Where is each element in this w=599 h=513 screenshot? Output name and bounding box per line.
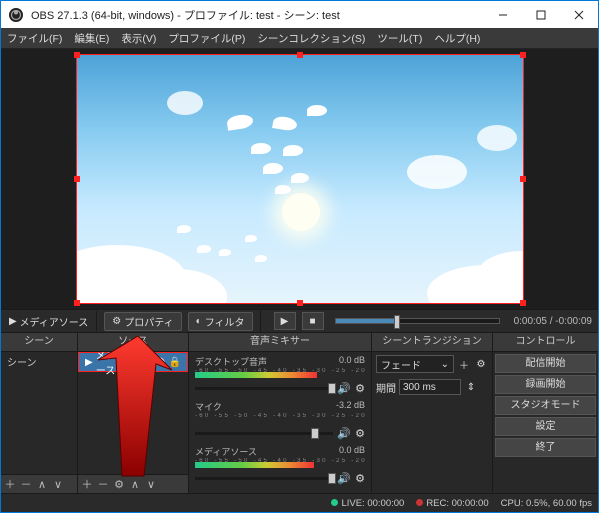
start-stream-button[interactable]: 配信開始 <box>495 354 596 373</box>
channel-db: -3.2 dB <box>336 400 365 413</box>
menu-bar: ファイル(F) 編集(E) 表示(V) プロファイル(P) シーンコレクション(… <box>1 28 598 49</box>
source-breadcrumb[interactable]: ▶ メディアソース <box>1 311 97 331</box>
duration-stepper[interactable]: ⇕ <box>464 380 478 394</box>
preview-canvas[interactable] <box>1 49 598 309</box>
add-source-button[interactable]: ＋ <box>80 476 94 492</box>
vu-meter: -60 -55 -50 -45 -40 -35 -30 -25 -20 -15 … <box>195 414 365 426</box>
media-seek-slider[interactable] <box>335 318 500 324</box>
window-title: OBS 27.1.3 (64-bit, windows) - プロファイル: t… <box>31 7 340 23</box>
audio-mixer-panel: 音声ミキサー デスクトップ音声 0.0 dB -60 -55 -50 -45 -4… <box>189 333 372 493</box>
selection-outline[interactable] <box>76 54 524 304</box>
transition-header[interactable]: シーントランジション <box>372 333 492 352</box>
properties-button[interactable]: ⚙プロパティ <box>104 312 181 331</box>
controls-header[interactable]: コントロール <box>493 333 598 352</box>
transition-settings-button[interactable]: ⚙ <box>474 357 488 371</box>
volume-slider[interactable] <box>195 432 333 435</box>
mixer-header[interactable]: 音声ミキサー <box>189 333 371 352</box>
add-scene-button[interactable]: ＋ <box>3 476 17 492</box>
channel-settings-icon[interactable]: ⚙ <box>355 472 365 485</box>
menu-scene-collection[interactable]: シーンコレクション(S) <box>251 29 371 48</box>
transition-panel: シーントランジション フェード⌄ ＋ ⚙ 期間 ⇕ <box>372 333 493 493</box>
scene-up-button[interactable]: ∧ <box>35 478 49 491</box>
settings-button[interactable]: 設定 <box>495 417 596 436</box>
menu-profile[interactable]: プロファイル(P) <box>162 29 251 48</box>
status-cpu: CPU: 0.5%, 60.00 fps <box>501 498 592 509</box>
duration-label: 期間 <box>376 380 396 395</box>
mixer-channel: メディアソース 0.0 dB -60 -55 -50 -45 -40 -35 -3… <box>189 442 371 487</box>
speaker-icon[interactable]: 🔊 <box>337 427 351 440</box>
remove-source-button[interactable]: － <box>96 476 110 492</box>
speaker-icon[interactable]: 🔊 <box>337 472 351 485</box>
volume-slider[interactable] <box>195 477 333 480</box>
source-settings-button[interactable]: ⚙ <box>112 478 126 491</box>
channel-name: デスクトップ音声 <box>195 355 267 368</box>
media-timecode: 0:00:05 / -0:00:09 <box>508 316 598 327</box>
sources-panel: ソース ▶ メディアソース 👁 🔒 ＋ － ⚙ ∧ ∨ <box>78 333 189 493</box>
start-record-button[interactable]: 録画開始 <box>495 375 596 394</box>
menu-tools[interactable]: ツール(T) <box>371 29 428 48</box>
minimize-button[interactable] <box>484 1 522 28</box>
titlebar[interactable]: OBS 27.1.3 (64-bit, windows) - プロファイル: t… <box>1 1 598 28</box>
status-rec: REC: 00:00:00 <box>416 498 488 509</box>
channel-settings-icon[interactable]: ⚙ <box>355 382 365 395</box>
filter-icon: ◐ <box>196 316 202 327</box>
transition-add-button[interactable]: ＋ <box>457 357 471 371</box>
scene-item[interactable]: シーン <box>1 352 77 370</box>
source-up-button[interactable]: ∧ <box>128 478 142 491</box>
channel-name: メディアソース <box>195 445 257 458</box>
play-icon: ▶ <box>281 316 289 327</box>
play-icon: ▶ <box>9 316 17 327</box>
lock-icon[interactable]: 🔒 <box>169 357 181 368</box>
remove-scene-button[interactable]: － <box>19 476 33 492</box>
status-live: LIVE: 00:00:00 <box>331 498 404 509</box>
channel-db: 0.0 dB <box>339 355 365 368</box>
channel-db: 0.0 dB <box>339 445 365 458</box>
maximize-button[interactable] <box>522 1 560 28</box>
menu-file[interactable]: ファイル(F) <box>1 29 68 48</box>
status-bar: LIVE: 00:00:00 REC: 00:00:00 CPU: 0.5%, … <box>1 493 598 512</box>
menu-view[interactable]: 表示(V) <box>115 29 162 48</box>
controls-panel: コントロール 配信開始 録画開始 スタジオモード 設定 終了 <box>493 333 598 493</box>
filters-button[interactable]: ◐フィルタ <box>188 312 253 331</box>
volume-slider[interactable] <box>195 387 333 390</box>
stop-icon: ■ <box>310 316 316 327</box>
scene-down-button[interactable]: ∨ <box>51 478 65 491</box>
duration-input[interactable] <box>399 379 461 395</box>
visibility-icon[interactable]: 👁 <box>153 357 166 368</box>
speaker-icon[interactable]: 🔊 <box>337 382 351 395</box>
transition-select[interactable]: フェード⌄ <box>376 355 454 373</box>
sources-header[interactable]: ソース <box>78 333 188 352</box>
source-down-button[interactable]: ∨ <box>144 478 158 491</box>
exit-button[interactable]: 終了 <box>495 438 596 457</box>
channel-name: マイク <box>195 400 222 413</box>
mixer-channel: デスクトップ音声 0.0 dB -60 -55 -50 -45 -40 -35 -… <box>189 352 371 397</box>
media-icon: ▶ <box>85 357 93 368</box>
transport-bar: ▶ メディアソース ⚙プロパティ ◐フィルタ ▶ ■ 0:00:05 / -0:… <box>1 309 598 333</box>
source-item[interactable]: ▶ メディアソース 👁 🔒 <box>78 352 188 372</box>
mixer-channel: マイク -3.2 dB -60 -55 -50 -45 -40 -35 -30 -… <box>189 397 371 442</box>
scenes-panel: シーン シーン ＋ － ∧ ∨ <box>1 333 78 493</box>
close-button[interactable] <box>560 1 598 28</box>
menu-edit[interactable]: 編集(E) <box>68 29 115 48</box>
vu-meter: -60 -55 -50 -45 -40 -35 -30 -25 -20 -15 … <box>195 459 365 471</box>
vu-meter: -60 -55 -50 -45 -40 -35 -30 -25 -20 -15 … <box>195 369 365 381</box>
app-icon <box>7 6 25 24</box>
menu-help[interactable]: ヘルプ(H) <box>428 29 486 48</box>
channel-settings-icon[interactable]: ⚙ <box>355 427 365 440</box>
gear-icon: ⚙ <box>112 316 121 327</box>
media-stop-button[interactable]: ■ <box>302 312 324 330</box>
studio-mode-button[interactable]: スタジオモード <box>495 396 596 415</box>
scenes-header[interactable]: シーン <box>1 333 77 352</box>
media-play-button[interactable]: ▶ <box>274 312 296 330</box>
